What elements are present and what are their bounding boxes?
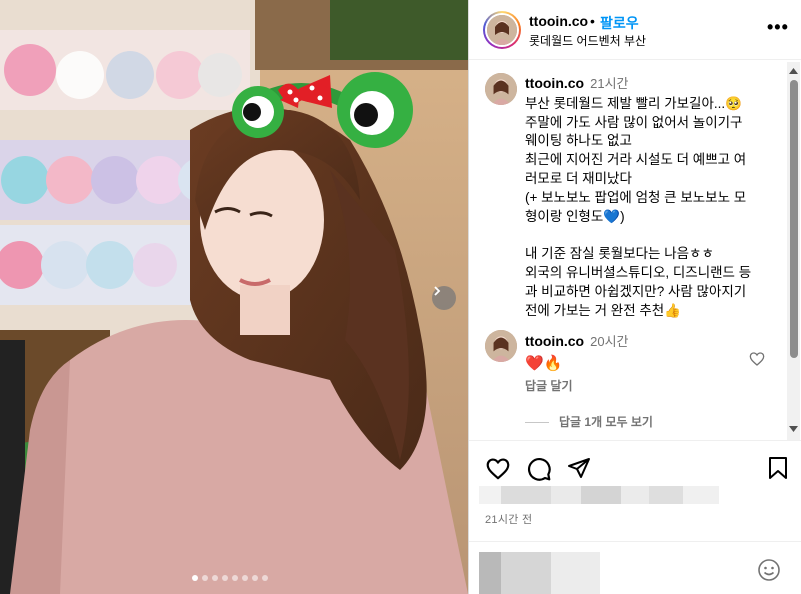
emoji-icon[interactable] (757, 558, 781, 582)
profile-photo (485, 73, 517, 105)
comment-like-icon[interactable] (749, 351, 765, 367)
scroll-up-arrow[interactable] (787, 65, 800, 77)
comment-input-blurred[interactable] (479, 552, 600, 594)
caption-line: 외국의 유니버셜스튜디오, 디즈니랜드 등 (525, 264, 752, 280)
caption-line (525, 226, 787, 245)
share-icon[interactable] (567, 456, 591, 480)
post-actions: 21시간 전 (469, 440, 801, 594)
profile-photo (487, 15, 517, 45)
caption-avatar[interactable] (485, 73, 517, 105)
caption-line: 최근에 지어진 거라 시설도 더 예쁘고 여 (525, 152, 747, 168)
caption-line: 부산 롯데월드 제발 빨리 가보길아...🥺 (525, 95, 742, 111)
header-username[interactable]: ttooin.co (529, 13, 588, 29)
post-header: ttooin.co • 팔로우 롯데월드 어드벤처 부산 ••• (469, 0, 801, 60)
caption-time: 21시간 (590, 76, 629, 91)
header-avatar[interactable] (483, 11, 521, 49)
comment-icon[interactable] (526, 456, 552, 482)
caption-line: 내 기준 잠실 롯월보다는 나음ㅎㅎ (525, 246, 714, 262)
post-image[interactable] (0, 0, 468, 594)
location-link[interactable]: 롯데월드 어드벤처 부산 (529, 32, 646, 49)
post-side-panel: ttooin.co • 팔로우 롯데월드 어드벤처 부산 ••• ttooin.… (468, 0, 801, 594)
comment-username[interactable]: ttooin.co (525, 333, 584, 349)
reply-button[interactable]: 답글 달기 (525, 377, 573, 394)
heart-icon[interactable] (485, 456, 511, 482)
post-photo (0, 0, 468, 594)
view-replies-label: 답글 1개 모두 보기 (559, 415, 653, 429)
comment-time: 20시간 (590, 334, 629, 349)
caption-line: 전에 가보는 거 완전 추천👍 (525, 302, 682, 318)
post-caption: ttooin.co 21시간 부산 롯데월드 제발 빨리 가보길아...🥺 주말에… (525, 74, 787, 320)
likes-count-blurred (479, 486, 719, 504)
triangle-up-icon (789, 68, 798, 74)
triangle-down-icon (789, 426, 798, 432)
comments-section[interactable]: ttooin.co 21시간 부산 롯데월드 제발 빨리 가보길아...🥺 주말에… (469, 61, 801, 440)
scroll-down-arrow[interactable] (787, 423, 800, 435)
carousel-dot (192, 575, 198, 581)
scrollbar-thumb[interactable] (790, 80, 798, 358)
add-comment-bar (469, 541, 801, 594)
caption-line: (+ 보노보노 팝업에 엄청 큰 보노보노 모 (525, 189, 747, 205)
profile-photo (485, 330, 517, 362)
caption-line: 과 비교하면 아쉽겠지만? 사람 많아지기 (525, 283, 747, 299)
carousel-dot (242, 575, 248, 581)
carousel-dot (202, 575, 208, 581)
carousel-dot (222, 575, 228, 581)
separator-dot: • (590, 13, 595, 29)
caption-line: 형이랑 인형도💙) (525, 208, 625, 224)
bookmark-icon[interactable] (767, 456, 789, 480)
comment-text: ❤️🔥 (525, 355, 563, 372)
caption-line: 주말에 가도 사람 많이 없어서 놀이기구 (525, 114, 743, 130)
chevron-right-icon (434, 286, 441, 296)
follow-button[interactable]: 팔로우 (600, 13, 639, 33)
carousel-indicator (192, 575, 268, 581)
view-replies-button[interactable]: 답글 1개 모두 보기 (525, 413, 653, 430)
comment: ttooin.co 20시간 ❤️🔥 (525, 331, 765, 372)
caption-username[interactable]: ttooin.co (525, 75, 584, 91)
next-image-button[interactable] (432, 286, 456, 310)
caption-line: 러모로 더 재미났다 (525, 170, 632, 186)
post-timestamp[interactable]: 21시간 전 (485, 511, 532, 527)
more-options-icon[interactable]: ••• (767, 18, 789, 36)
carousel-dot (252, 575, 258, 581)
carousel-dot (212, 575, 218, 581)
caption-line: 웨이팅 하나도 없고 (525, 133, 632, 149)
reply-divider (525, 422, 549, 424)
comment-avatar[interactable] (485, 330, 517, 362)
carousel-dot (232, 575, 238, 581)
carousel-dot (262, 575, 268, 581)
